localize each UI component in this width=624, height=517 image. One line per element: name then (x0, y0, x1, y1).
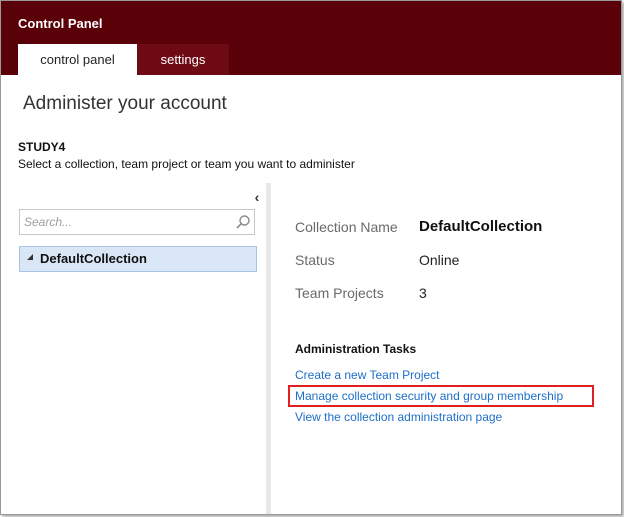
view-collection-admin-link[interactable]: View the collection administration page (295, 410, 502, 424)
search-icon[interactable] (235, 214, 251, 230)
tree-item-label: DefaultCollection (40, 251, 147, 266)
header-bar: Control Panel control panel settings (1, 1, 621, 75)
team-projects-value: 3 (419, 285, 427, 301)
search-input[interactable] (20, 210, 230, 234)
instruction-text: Select a collection, team project or tea… (18, 157, 355, 171)
account-name: STUDY4 (18, 140, 66, 154)
create-team-project-link[interactable]: Create a new Team Project (295, 368, 440, 382)
pane-splitter[interactable] (266, 183, 271, 514)
expand-arrow-icon[interactable] (27, 254, 33, 260)
collection-name-value: DefaultCollection (419, 218, 543, 235)
status-value: Online (419, 252, 460, 268)
page-title: Administer your account (23, 93, 227, 114)
tree-item-defaultcollection[interactable]: DefaultCollection (19, 246, 257, 272)
administration-tasks-heading: Administration Tasks (295, 342, 417, 356)
tab-control-panel[interactable]: control panel (18, 44, 137, 75)
tab-settings[interactable]: settings (137, 44, 229, 75)
team-projects-label: Team Projects (295, 285, 384, 301)
collapse-pane-button[interactable]: ‹ (251, 189, 263, 205)
status-label: Status (295, 252, 335, 268)
collection-name-label: Collection Name (295, 219, 398, 235)
search-box (19, 209, 255, 235)
control-panel-window: Control Panel control panel settings Adm… (0, 0, 622, 515)
highlight-annotation (288, 385, 594, 407)
app-title: Control Panel (18, 16, 103, 31)
